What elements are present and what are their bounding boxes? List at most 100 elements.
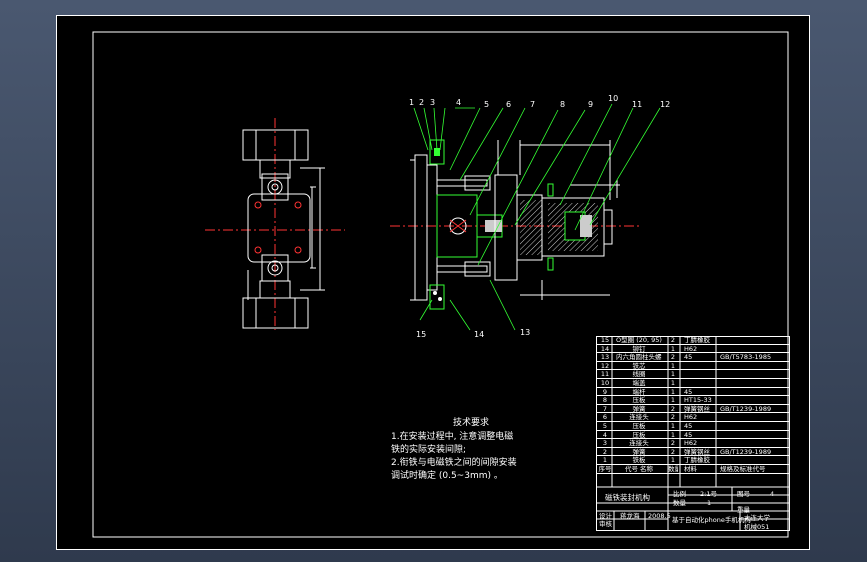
bom-cell-name: 端杆	[632, 387, 646, 396]
count-label: 数量	[673, 499, 686, 507]
bom-cell-qty: 2	[670, 404, 676, 413]
scale-label: 比例	[673, 490, 686, 498]
bom-cell-qty: 2	[670, 447, 676, 456]
bom-cell-name: O型圈 (20, 95)	[616, 336, 662, 344]
tech-req-line: 调试时确定 (0.5~3mm) 。	[391, 471, 503, 481]
balloon-7: 7	[530, 100, 536, 109]
class-name: 机械051	[744, 523, 770, 531]
bom-cell-no: 5	[602, 422, 608, 430]
bom-cell-name: 连接头	[629, 413, 649, 422]
bom-cell-mat: 45	[684, 353, 693, 362]
bom-cell-mat: 弹簧钢丝	[684, 447, 710, 456]
bom-cell-mat: HT15-33	[684, 396, 712, 405]
balloon-8: 8	[560, 100, 566, 109]
bom-cell-mat: H62	[684, 413, 698, 422]
bom-cell-no: 4	[602, 430, 608, 439]
tech-req-title: 技术要求	[452, 418, 489, 428]
bom-cell-name: 铁板	[632, 456, 646, 465]
bom-cell-qty: 2	[670, 336, 676, 344]
bom-cell-qty: 1	[670, 422, 676, 430]
bom-cell-name: 压板	[632, 422, 646, 430]
balloon-6: 6	[506, 100, 512, 109]
bom-row: 3 连接头 2 H62	[596, 439, 790, 448]
design-date: 2008.5	[648, 512, 671, 520]
count-value: 1	[707, 499, 712, 507]
bom-cell-name: 铁芯	[632, 361, 646, 370]
left-end-view	[205, 118, 345, 330]
bom-cell-no: 7	[602, 404, 608, 413]
bom-cell-name: 压板	[632, 430, 646, 439]
bom-row: 1 铁板 1 丁腈橡胶	[596, 456, 790, 465]
bom-row: 14 铆钉 1 H62	[596, 345, 790, 354]
bom-header-qty: 数量	[668, 465, 678, 473]
bom-row: 10 端盖 1	[596, 379, 790, 388]
designer-label: 设计	[599, 512, 612, 520]
sheet-label: 图号	[737, 490, 750, 498]
bom-cell-qty: 1	[670, 456, 676, 465]
balloon-3: 3	[430, 98, 436, 107]
balloon-13: 13	[520, 328, 531, 337]
checker-label: 审核	[599, 520, 612, 528]
bom-header-no: 序号	[598, 465, 612, 473]
balloon-5: 5	[484, 100, 490, 109]
bom-row: 4 压板 1 45	[596, 431, 790, 440]
bom-cell-mat: 弹簧钢丝	[684, 404, 710, 413]
bom-cell-qty: 2	[670, 353, 676, 362]
tech-req-line: 2.衔铁与电磁铁之间的间隙安装	[391, 458, 517, 468]
bom-cell-name: 压板	[632, 396, 646, 405]
bom-row: 11 线圈 1	[596, 370, 790, 379]
bom-cell-qty: 1	[670, 344, 676, 353]
bom-row: 12 铁芯 1	[596, 362, 790, 371]
bom-row: 2 弹簧 2 弹簧钢丝 GB/T1239-1989	[596, 448, 790, 457]
bom-cell-no: 12	[600, 361, 610, 370]
project-name: 基于自动化phone手机机构	[672, 516, 751, 524]
bom-cell-qty: 2	[670, 413, 676, 422]
sheet-value: 4	[770, 490, 775, 498]
bom-cell-qty: 1	[670, 396, 676, 405]
bom-cell-name: 连接头	[629, 439, 649, 448]
scale-value: 2:1号	[700, 490, 717, 498]
bom-cell-no: 15	[600, 336, 610, 344]
balloon-10: 10	[608, 94, 619, 103]
bom-cell-mat: H62	[684, 439, 698, 448]
bom-header-std: 规格及标准代号	[720, 465, 766, 473]
bom-cell-no: 6	[602, 413, 608, 422]
bom-header-mat: 材料	[684, 465, 697, 473]
bom-cell-std: GB/T5783-1985	[720, 353, 772, 362]
bom-cell-name: 铆钉	[632, 344, 646, 353]
bom-header-row: 序号 代号 名称 数量 材料 规格及标准代号	[596, 465, 790, 474]
bom-cell-no: 14	[600, 344, 610, 353]
balloon-14: 14	[474, 330, 485, 339]
bom-row: 6 连接头 2 H62	[596, 413, 790, 422]
bom-cell-name: 弹簧	[632, 447, 646, 456]
bom-cell-std: GB/T1239-1989	[720, 447, 772, 456]
cad-viewport[interactable]: 1 2 3 4 5 6 7 8 9 10 11 12 13 14 15 技术要求…	[0, 0, 867, 562]
bom-cell-qty: 1	[670, 370, 676, 379]
school-name: 大连大学	[744, 514, 770, 522]
bom-cell-no: 1	[602, 456, 608, 465]
bom-row: 9 端杆 1 45	[596, 388, 790, 397]
balloon-9: 9	[588, 100, 594, 109]
bom-row: 8 压板 1 HT15-33	[596, 396, 790, 405]
bom-cell-name: 端盖	[632, 379, 646, 387]
bom-cell-no: 10	[600, 379, 610, 387]
technical-requirements: 技术要求 1.在安装过程中, 注意调整电磁 铁的实际安装间隙; 2.衔铁与电磁铁…	[391, 417, 551, 483]
bom-cell-name: 线圈	[632, 370, 646, 379]
bom-cell-qty: 1	[670, 430, 676, 439]
bom-cell-no: 2	[602, 447, 608, 456]
balloon-11: 11	[632, 100, 643, 109]
bom-cell-mat: 45	[684, 387, 693, 396]
bom-cell-mat: 丁腈橡胶	[684, 336, 710, 344]
drawing-title: 磁铁装封机构	[605, 493, 650, 502]
bom-row: 5 压板 1 45	[596, 422, 790, 431]
balloon-12: 12	[660, 100, 671, 109]
balloon-15: 15	[416, 330, 427, 339]
weight-label: 重量	[737, 506, 750, 514]
tech-req-line: 1.在安装过程中, 注意调整电磁	[391, 432, 514, 442]
bom-header-name: 代号 名称	[624, 465, 654, 473]
bom-cell-qty: 2	[670, 439, 676, 448]
tech-req-line: 铁的实际安装间隙;	[391, 445, 467, 455]
bom-row: 7 弹簧 2 弹簧钢丝 GB/T1239-1989	[596, 405, 790, 414]
bom-row: 15 O型圈 (20, 95) 2 丁腈橡胶	[596, 336, 790, 345]
balloon-2: 2	[419, 98, 425, 107]
